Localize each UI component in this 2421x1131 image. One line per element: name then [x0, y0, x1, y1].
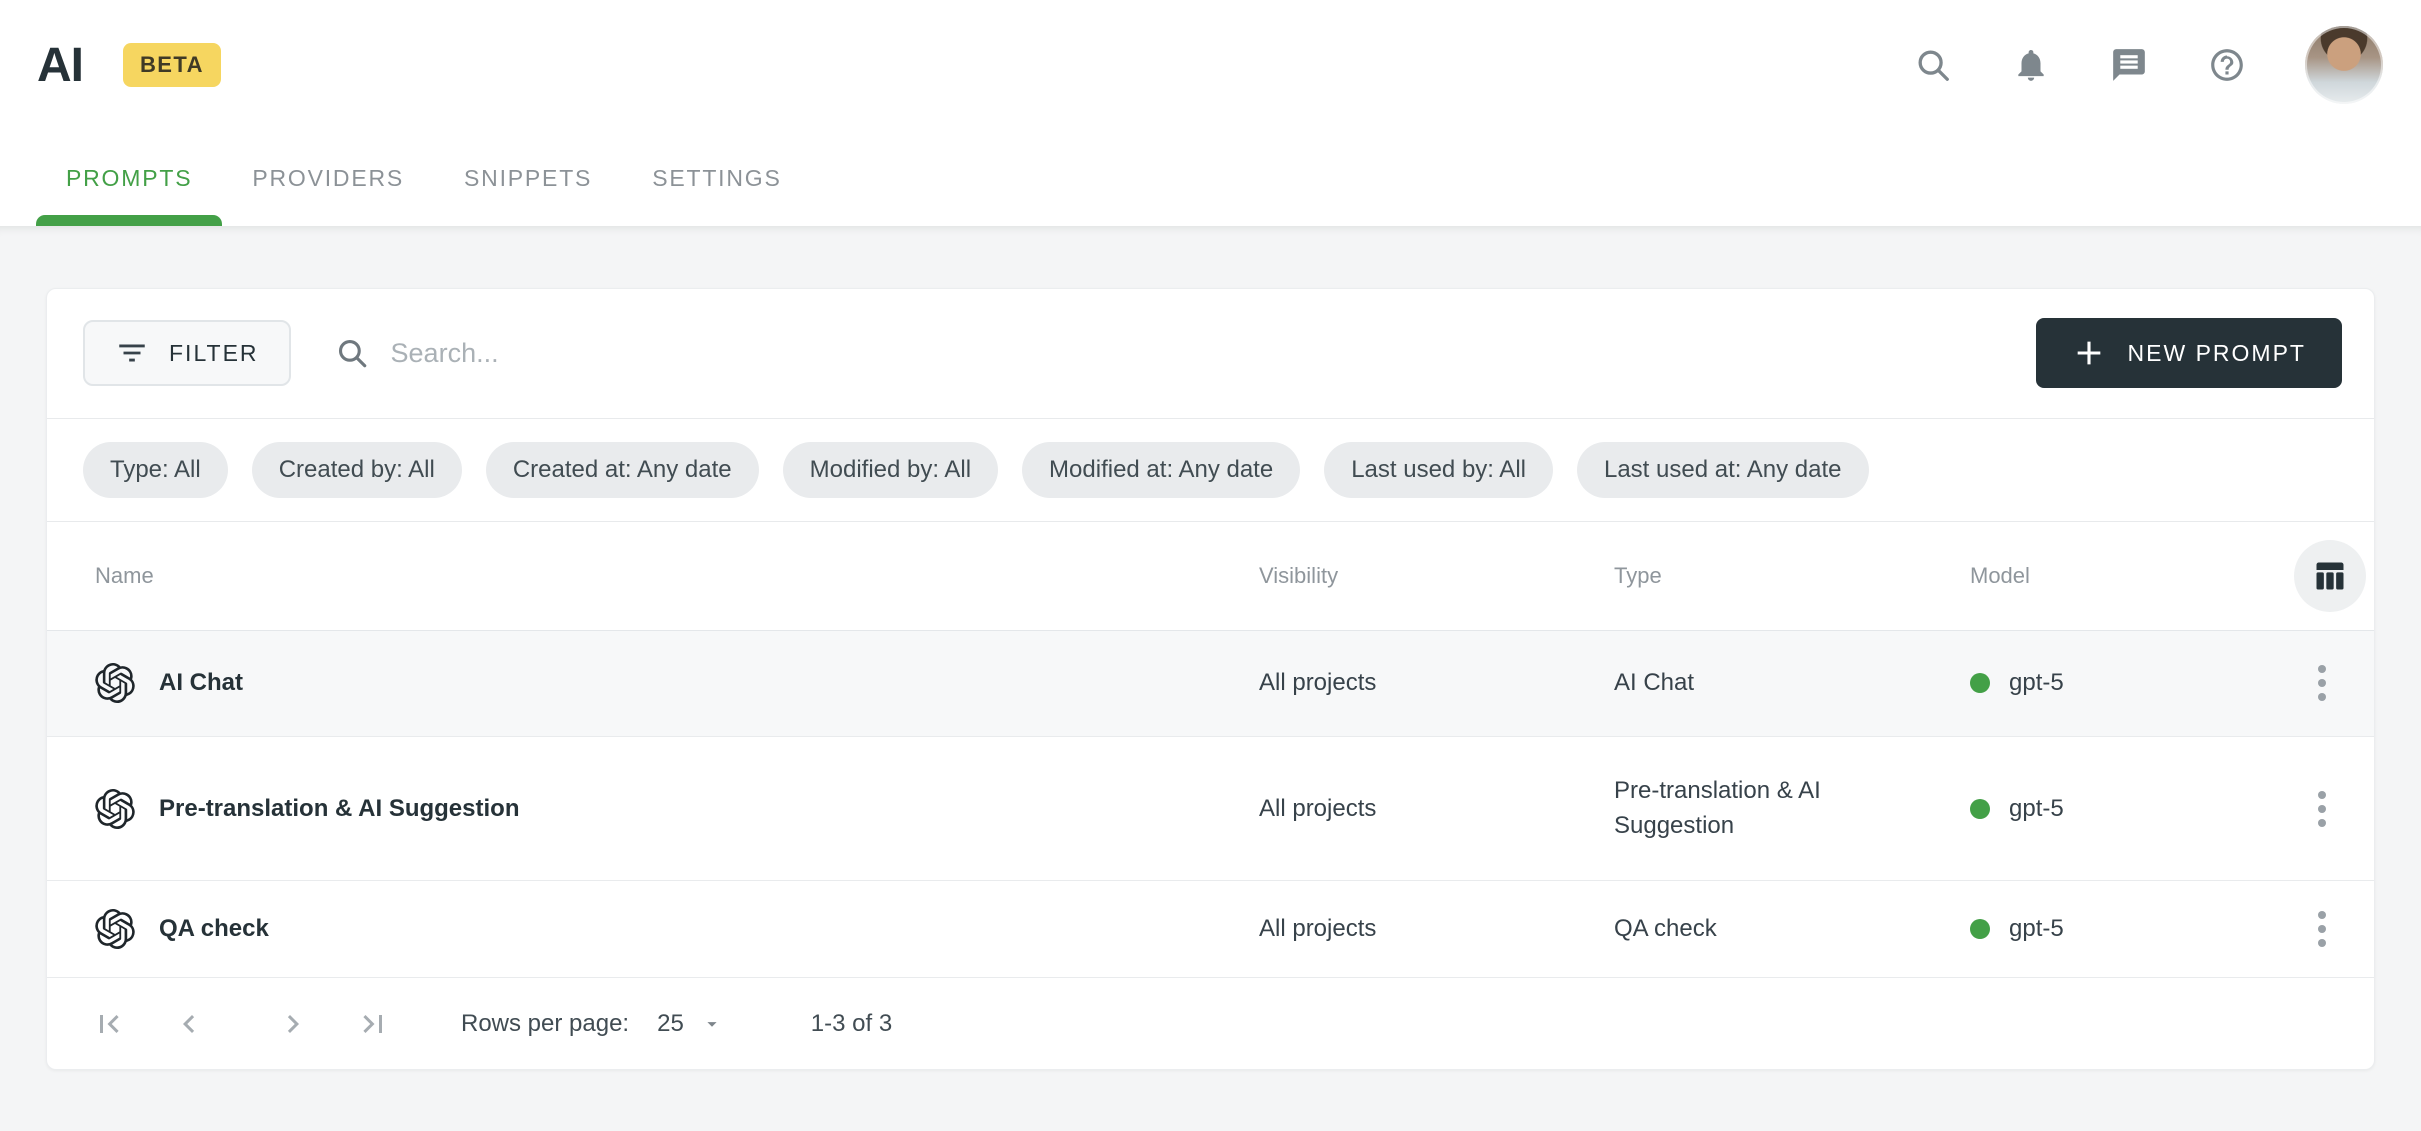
chip-created-by[interactable]: Created by: All [252, 442, 462, 498]
prompts-card: FILTER NEW PROMPT Type: All Created by: … [46, 288, 2375, 1070]
search-box [335, 336, 2036, 370]
filter-chip-row: Type: All Created by: All Created at: An… [47, 419, 2374, 523]
prompt-type: QA check [1614, 912, 1970, 947]
bell-icon[interactable] [2011, 45, 2051, 85]
new-prompt-label: NEW PROMPT [2128, 340, 2306, 367]
user-avatar[interactable] [2305, 26, 2383, 104]
last-page-icon[interactable] [351, 1002, 395, 1046]
brand: AI BETA [37, 38, 221, 93]
search-input[interactable] [391, 338, 1582, 369]
tab-label: PROVIDERS [252, 165, 404, 192]
search-icon[interactable] [1913, 45, 1953, 85]
tab-label: PROMPTS [66, 165, 192, 192]
prompt-model: gpt-5 [2009, 795, 2064, 823]
row-menu-icon[interactable] [2310, 903, 2334, 955]
chat-icon[interactable] [2109, 45, 2149, 85]
app-logo: AI [37, 38, 83, 93]
column-header-type: Type [1614, 563, 1970, 589]
table-row[interactable]: QA check All projects QA check gpt-5 [47, 881, 2374, 979]
previous-page-icon[interactable] [167, 1002, 211, 1046]
table-row[interactable]: AI Chat All projects AI Chat gpt-5 [47, 631, 2374, 738]
tab-providers[interactable]: PROVIDERS [222, 130, 434, 226]
openai-icon [95, 663, 135, 703]
prompt-visibility: All projects [1259, 795, 1614, 823]
tab-settings[interactable]: SETTINGS [622, 130, 811, 226]
chip-created-at[interactable]: Created at: Any date [486, 442, 759, 498]
pagination-bar: Rows per page: 25 1-3 of 3 [47, 978, 2374, 1069]
model-status-dot [1970, 799, 1990, 819]
active-tab-indicator [36, 215, 222, 226]
prompt-model: gpt-5 [2009, 915, 2064, 943]
model-status-dot [1970, 673, 1990, 693]
chip-last-used-by[interactable]: Last used by: All [1324, 442, 1553, 498]
beta-badge: BETA [123, 43, 221, 87]
tab-label: SNIPPETS [464, 165, 592, 192]
prompt-name: AI Chat [159, 669, 243, 697]
openai-icon [95, 909, 135, 949]
rows-per-page-select[interactable]: 25 [657, 1010, 723, 1038]
chip-type[interactable]: Type: All [83, 442, 228, 498]
table-header: Name Visibility Type Model [47, 522, 2374, 631]
tab-bar: PROMPTS PROVIDERS SNIPPETS SETTINGS [0, 130, 2421, 226]
filter-button-label: FILTER [169, 340, 259, 367]
columns-icon [2312, 558, 2348, 594]
prompt-type: AI Chat [1614, 666, 1970, 701]
chip-modified-by[interactable]: Modified by: All [783, 442, 998, 498]
model-status-dot [1970, 919, 1990, 939]
prompt-type: Pre-translation & AI Suggestion [1614, 774, 1970, 844]
help-icon[interactable] [2207, 45, 2247, 85]
chip-modified-at[interactable]: Modified at: Any date [1022, 442, 1300, 498]
column-header-model: Model [1970, 563, 2227, 589]
filter-icon [115, 336, 149, 370]
app-header: AI BETA [0, 0, 2421, 130]
tab-prompts[interactable]: PROMPTS [36, 130, 222, 226]
next-page-icon[interactable] [271, 1002, 315, 1046]
prompt-visibility: All projects [1259, 915, 1614, 943]
chevron-down-icon [701, 1013, 723, 1035]
toolbar: FILTER NEW PROMPT [47, 289, 2374, 419]
prompt-visibility: All projects [1259, 669, 1614, 697]
filter-button[interactable]: FILTER [83, 320, 291, 386]
tab-label: SETTINGS [652, 165, 781, 192]
prompt-name: Pre-translation & AI Suggestion [159, 795, 519, 823]
table-row[interactable]: Pre-translation & AI Suggestion All proj… [47, 737, 2374, 880]
row-menu-icon[interactable] [2310, 657, 2334, 709]
search-icon [335, 336, 369, 370]
prompt-name: QA check [159, 915, 269, 943]
top-white-zone: AI BETA [0, 0, 2421, 226]
header-actions [1913, 26, 2383, 104]
column-header-visibility: Visibility [1259, 563, 1614, 589]
rows-per-page-value: 25 [657, 1010, 684, 1038]
openai-icon [95, 789, 135, 829]
row-menu-icon[interactable] [2310, 783, 2334, 835]
page-range-label: 1-3 of 3 [811, 1010, 892, 1038]
first-page-icon[interactable] [87, 1002, 131, 1046]
new-prompt-button[interactable]: NEW PROMPT [2036, 318, 2342, 388]
column-settings-button[interactable] [2294, 540, 2366, 612]
rows-per-page-label: Rows per page: [461, 1010, 629, 1038]
prompt-model: gpt-5 [2009, 669, 2064, 697]
tab-snippets[interactable]: SNIPPETS [434, 130, 622, 226]
chip-last-used-at[interactable]: Last used at: Any date [1577, 442, 1869, 498]
column-header-name: Name [95, 563, 1259, 589]
plus-icon [2072, 336, 2106, 370]
page-content: FILTER NEW PROMPT Type: All Created by: … [0, 226, 2421, 1131]
